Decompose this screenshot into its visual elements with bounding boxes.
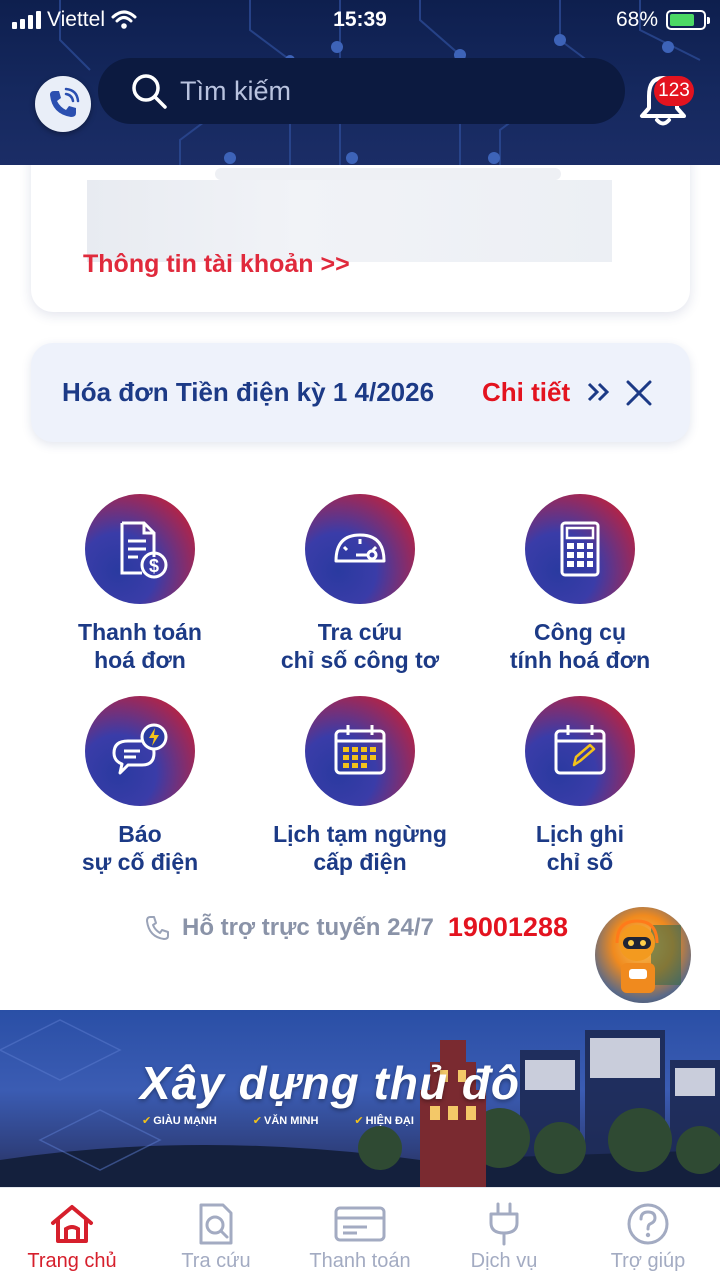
nav-label: Trang chủ xyxy=(27,1250,117,1272)
promo-title: Xây dựng thủ đô xyxy=(140,1057,521,1109)
feature-outage-schedule[interactable]: Lịch tạm ngừng cấp điện xyxy=(250,696,470,876)
battery-icon xyxy=(666,10,710,30)
nav-label: Trợ giúp xyxy=(610,1250,686,1272)
lookup-document-icon xyxy=(199,1203,233,1245)
phone-ringing-icon xyxy=(50,87,80,117)
robot-assistant-icon xyxy=(615,919,681,993)
promo-tag: VĂN MINH xyxy=(253,1114,318,1127)
plug-icon xyxy=(489,1202,519,1246)
feature-label: Lịch ghi chỉ số xyxy=(535,821,625,875)
chatbot-avatar-button[interactable] xyxy=(595,907,691,1003)
hotline-row: Hỗ trợ trực tuyến 24/7 19001288 xyxy=(144,912,568,943)
home-icon xyxy=(51,1205,93,1243)
feature-reading-schedule[interactable]: Lịch ghi chỉ số xyxy=(470,696,690,876)
hotline-number[interactable]: 19001288 xyxy=(448,912,568,943)
double-chevron-right-icon[interactable] xyxy=(586,381,612,403)
help-icon xyxy=(627,1203,669,1245)
bill-title: Hóa đơn Tiền điện kỳ 1 4/2026 xyxy=(62,377,435,407)
search-icon xyxy=(132,74,167,109)
account-card: Thông tin tài khoản >> xyxy=(31,140,690,312)
status-bar: Viettel 15:39 68% xyxy=(0,0,720,40)
meter-gauge-icon xyxy=(305,494,415,604)
report-incident-icon xyxy=(85,696,195,806)
feature-pay-bill[interactable]: $ Thanh toán hoá đơn xyxy=(30,494,250,674)
nav-label: Tra cứu xyxy=(181,1250,251,1272)
hotline-call-button[interactable] xyxy=(35,76,91,132)
payment-card-icon xyxy=(334,1206,386,1242)
invoice-payment-icon: $ xyxy=(85,494,195,604)
feature-label: Báo sự cố điện xyxy=(81,821,199,875)
feature-report-incident[interactable]: Báo sự cố điện xyxy=(30,696,250,876)
promo-banner[interactable]: Xây dựng thủ đô GIÀU MẠNH VĂN MINH HIỆN … xyxy=(0,1010,720,1188)
battery-percent: 68% xyxy=(615,8,658,31)
feature-label: Công cụ tính hoá đơn xyxy=(509,619,651,673)
search-bar[interactable] xyxy=(98,58,625,124)
search-input[interactable] xyxy=(180,75,560,107)
nav-home[interactable]: Trang chủ xyxy=(0,1188,144,1281)
account-info-link[interactable]: Thông tin tài khoản >> xyxy=(83,250,350,279)
promo-tag: HIỆN ĐẠI xyxy=(354,1114,414,1127)
bill-banner[interactable]: Hóa đơn Tiền điện kỳ 1 4/2026 Chi tiết xyxy=(31,343,690,442)
calculator-icon xyxy=(525,494,635,604)
svg-text:$: $ xyxy=(149,556,159,576)
nav-help[interactable]: Trợ giúp xyxy=(576,1188,720,1281)
feature-meter-lookup[interactable]: Tra cứu chỉ số công tơ xyxy=(250,494,470,674)
feature-label: Thanh toán hoá đơn xyxy=(78,619,202,673)
outage-calendar-icon xyxy=(305,696,415,806)
phone-icon xyxy=(146,915,169,940)
clock: 15:39 xyxy=(333,8,387,31)
bill-detail-link[interactable]: Chi tiết xyxy=(482,377,570,408)
reading-schedule-icon xyxy=(525,696,635,806)
notification-badge: 123 xyxy=(654,76,694,106)
feature-label: Lịch tạm ngừng cấp điện xyxy=(273,821,447,875)
app-header: Viettel 15:39 68% 123 xyxy=(0,0,720,165)
nav-lookup[interactable]: Tra cứu xyxy=(144,1188,288,1281)
feature-label: Tra cứu chỉ số công tơ xyxy=(280,619,440,673)
promo-tag: GIÀU MẠNH xyxy=(142,1114,217,1127)
promo-tags: GIÀU MẠNH VĂN MINH HIỆN ĐẠI xyxy=(142,1114,414,1127)
close-icon[interactable] xyxy=(625,379,653,407)
nav-label: Dịch vụ xyxy=(470,1250,538,1272)
hotline-label: Hỗ trợ trực tuyến 24/7 xyxy=(182,913,434,941)
blurred-account-name xyxy=(215,168,561,180)
nav-payment[interactable]: Thanh toán xyxy=(288,1188,432,1281)
nav-services[interactable]: Dịch vụ xyxy=(432,1188,576,1281)
nav-label: Thanh toán xyxy=(309,1250,411,1272)
feature-bill-calculator[interactable]: Công cụ tính hoá đơn xyxy=(470,494,690,674)
bottom-nav: Trang chủ Tra cứu Thanh toán Dịch vụ Trợ… xyxy=(0,1187,720,1281)
